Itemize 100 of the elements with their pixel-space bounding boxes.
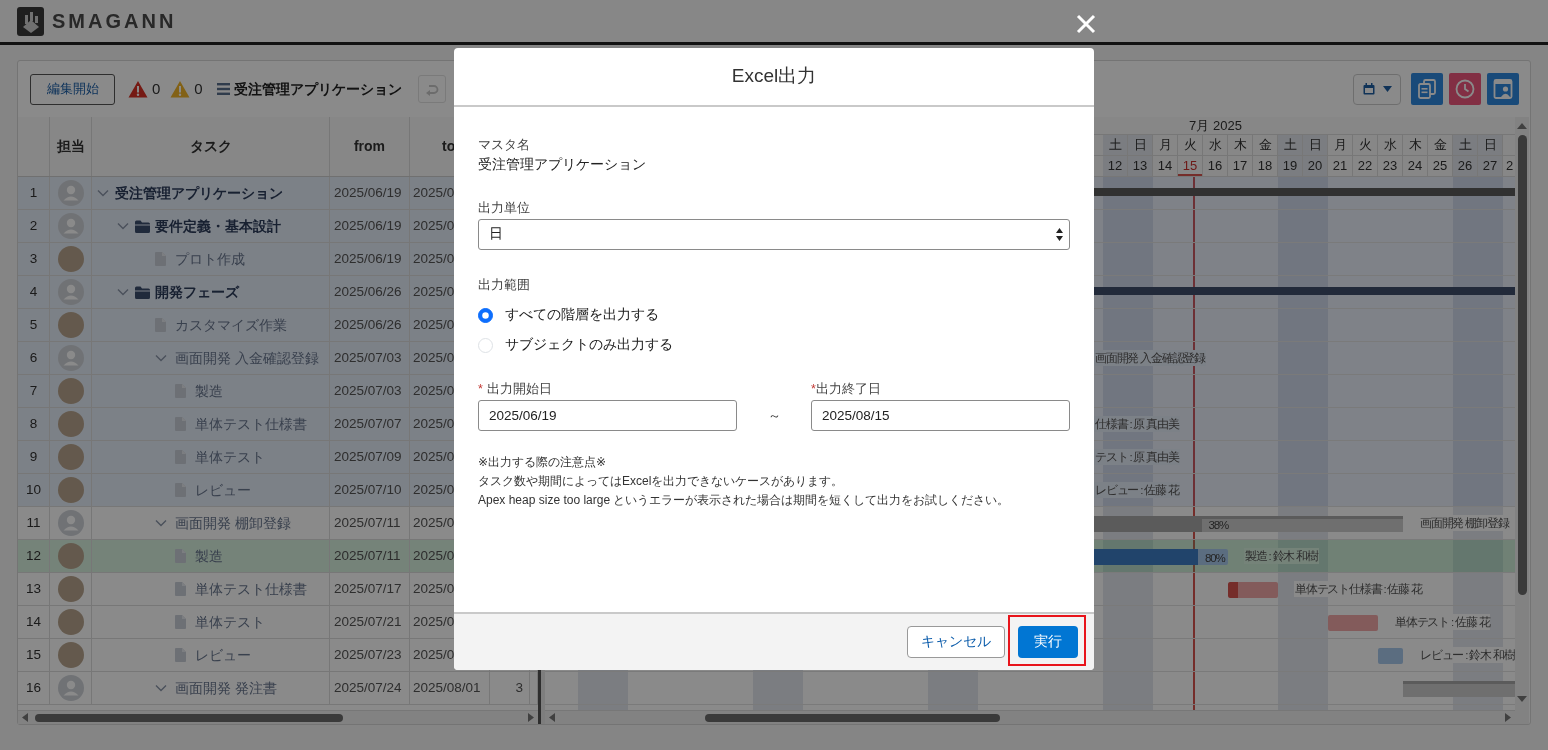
chevron-down-icon[interactable] (117, 288, 129, 296)
bar-label: レビュー : 鈴木 和樹 (1419, 647, 1515, 663)
task-name: レビュー (195, 645, 251, 665)
file-icon (175, 648, 186, 662)
file-icon (175, 582, 186, 596)
weekday-header: 土 (1453, 135, 1478, 155)
weekday-header: 日 (1478, 135, 1503, 155)
chevron-down-icon[interactable] (117, 222, 129, 230)
row-number: 8 (29, 414, 38, 433)
row-number: 2 (29, 216, 38, 235)
cancel-button[interactable]: キャンセル (907, 626, 1005, 658)
start-date: 2025/07/24 (334, 678, 402, 697)
scroll-right-icon[interactable] (1505, 713, 1511, 722)
row-number: 7 (29, 381, 38, 400)
column-header: 担当 (50, 117, 92, 176)
progress-label: 80% (1204, 551, 1226, 566)
clock-icon (1455, 78, 1475, 100)
radio-button[interactable] (478, 307, 493, 323)
documents-icon (1417, 78, 1437, 100)
task-name: 単体テスト (195, 447, 265, 467)
bar-label: 単体テスト仕様書 : 佐藤 花 (1294, 581, 1423, 597)
file-icon (175, 615, 186, 629)
close-icon (1075, 13, 1097, 35)
scrollbar-thumb[interactable] (35, 713, 343, 722)
chevron-down-icon[interactable] (155, 684, 167, 692)
task-name: プロト作成 (175, 249, 245, 269)
bar-label: 仕様書 : 原 真由美 (1094, 416, 1180, 432)
row-number: 12 (26, 546, 41, 565)
scroll-left-icon[interactable] (22, 713, 28, 722)
pane-splitter[interactable] (538, 710, 545, 724)
end-date: 2025/0 (413, 282, 455, 301)
scroll-down-icon[interactable] (1517, 696, 1527, 702)
start-date-field[interactable]: 2025/06/19 (478, 400, 737, 431)
row-number: 1 (29, 183, 38, 202)
progress-label: 38% (1207, 518, 1229, 533)
day-header: 13 (1128, 156, 1153, 176)
project-title: 受注管理アプリケーション (233, 79, 402, 99)
start-date: 2025/06/19 (334, 249, 402, 268)
scrollbar-thumb[interactable] (1517, 135, 1527, 595)
day-header: 19 (1278, 156, 1303, 176)
chevron-down-icon[interactable] (155, 354, 167, 362)
chevron-down-icon[interactable] (97, 189, 109, 197)
task-name: 単体テスト仕様書 (195, 414, 307, 434)
end-date: 2025/0 (413, 546, 455, 565)
task-name: 製造 (195, 546, 223, 566)
end-date: 2025/0 (413, 183, 455, 202)
scrollbar-thumb[interactable] (705, 713, 1000, 722)
start-date: 2025/07/11 (334, 546, 401, 565)
end-date: 2025/0 (413, 348, 455, 367)
month-label: 7月 2025 (1189, 118, 1242, 133)
end-date: 2025/08/01 (413, 678, 481, 697)
row-number: 3 (29, 249, 38, 268)
calendar-dropdown-button[interactable] (1353, 73, 1401, 105)
task-name: 単体テスト仕様書 (195, 579, 307, 599)
row-number: 9 (29, 447, 38, 466)
end-date: 2025/0 (413, 447, 455, 466)
field-label: 出力範囲 (478, 277, 531, 293)
bar-label: レビュー : 佐藤 花 (1094, 482, 1180, 498)
task-name: 製造 (195, 381, 223, 401)
warning-count: 0 (194, 78, 203, 99)
day-header: 20 (1303, 156, 1328, 176)
vertical-scrollbar[interactable] (1515, 117, 1529, 710)
start-date: 2025/07/09 (334, 447, 402, 466)
caret-icon (1382, 86, 1392, 92)
task-name: 単体テスト (195, 612, 265, 632)
scroll-left-icon[interactable] (549, 713, 555, 722)
task-name: 画面開発 棚卸登録 (175, 513, 291, 533)
row-number: 16 (26, 678, 41, 697)
undo-icon (424, 82, 439, 96)
copy-button[interactable] (1411, 73, 1443, 105)
profile-button[interactable] (1487, 73, 1519, 105)
unit-select[interactable]: 日 (478, 219, 1070, 250)
close-button[interactable] (1075, 13, 1097, 35)
edit-button[interactable]: 編集開始 (30, 73, 115, 105)
horizontal-scrollbar[interactable] (18, 710, 538, 724)
horizontal-scrollbar[interactable] (545, 710, 1515, 724)
bar-label: 画面開発 入金確認登録 (1094, 350, 1206, 366)
chevron-down-icon[interactable] (155, 519, 167, 527)
start-date: 2025/06/19 (334, 183, 402, 202)
task-name: 画面開発 入金確認登録 (175, 348, 319, 368)
day-header: 12 (1103, 156, 1128, 176)
bar-label: 製造 : 鈴木 和樹 (1244, 548, 1319, 564)
calendar-icon (1362, 83, 1375, 95)
end-date: 2025/0 (413, 480, 455, 499)
scroll-up-icon[interactable] (1517, 123, 1527, 129)
logo-icon (17, 6, 44, 36)
run-button[interactable]: 実行 (1018, 626, 1078, 658)
task-row[interactable]: 16 画面開発 発注書 2025/07/24 2025/08/01 3 (18, 672, 538, 705)
day-header: 27 (1478, 156, 1503, 176)
history-button[interactable] (1449, 73, 1481, 105)
person-card-icon (1493, 78, 1513, 100)
end-date-field[interactable]: 2025/08/15 (811, 400, 1070, 431)
start-date: 2025/06/26 (334, 282, 402, 301)
start-date: 2025/07/10 (334, 480, 402, 499)
start-date: 2025/07/23 (334, 645, 402, 664)
bar-label: テスト : 原 真由美 (1094, 449, 1180, 465)
start-date: 2025/06/26 (334, 315, 402, 334)
scroll-right-icon[interactable] (528, 713, 534, 722)
required-marker: * (811, 381, 816, 397)
end-date: 2025/0 (413, 414, 455, 433)
